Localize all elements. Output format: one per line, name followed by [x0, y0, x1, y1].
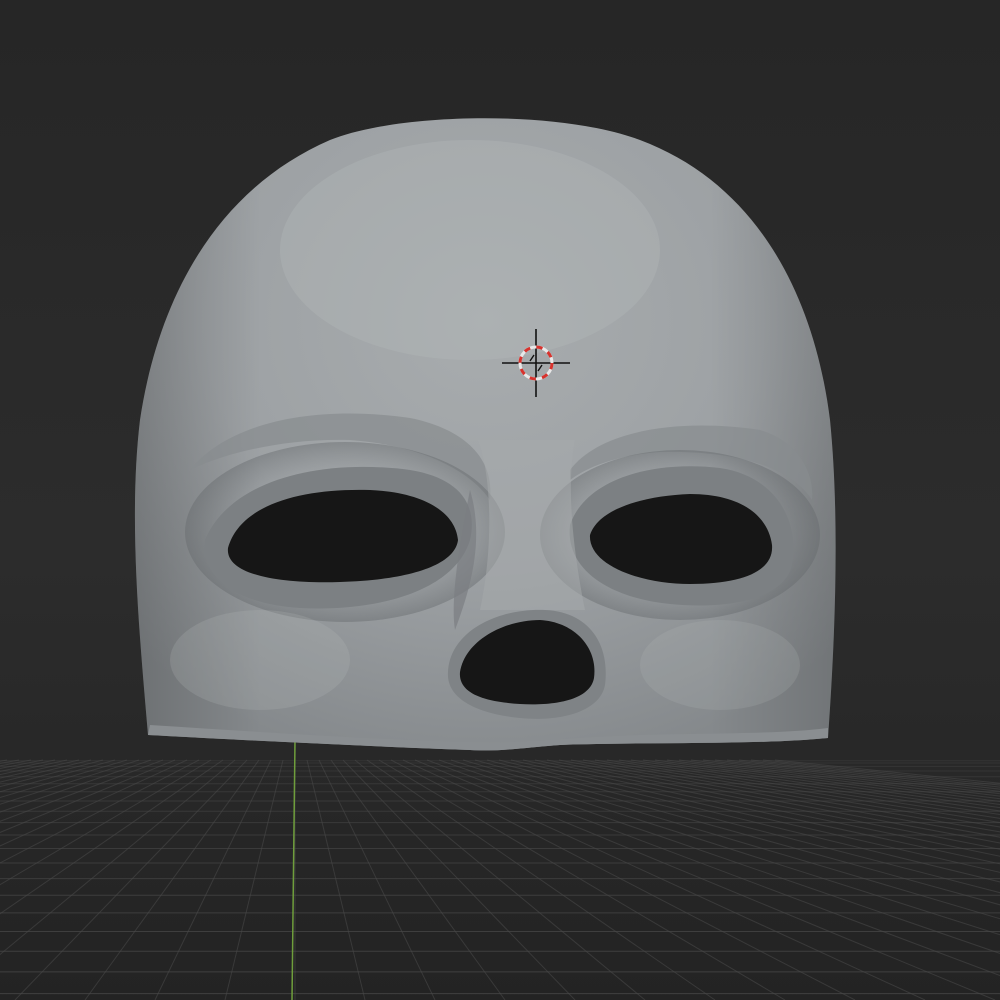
forehead-highlight — [280, 140, 660, 360]
mask-mesh[interactable] — [134, 118, 836, 751]
nose-bridge — [478, 440, 585, 610]
cheek-highlight-right — [640, 620, 800, 710]
3d-viewport[interactable] — [0, 0, 1000, 1000]
cheek-highlight-left — [170, 610, 350, 710]
